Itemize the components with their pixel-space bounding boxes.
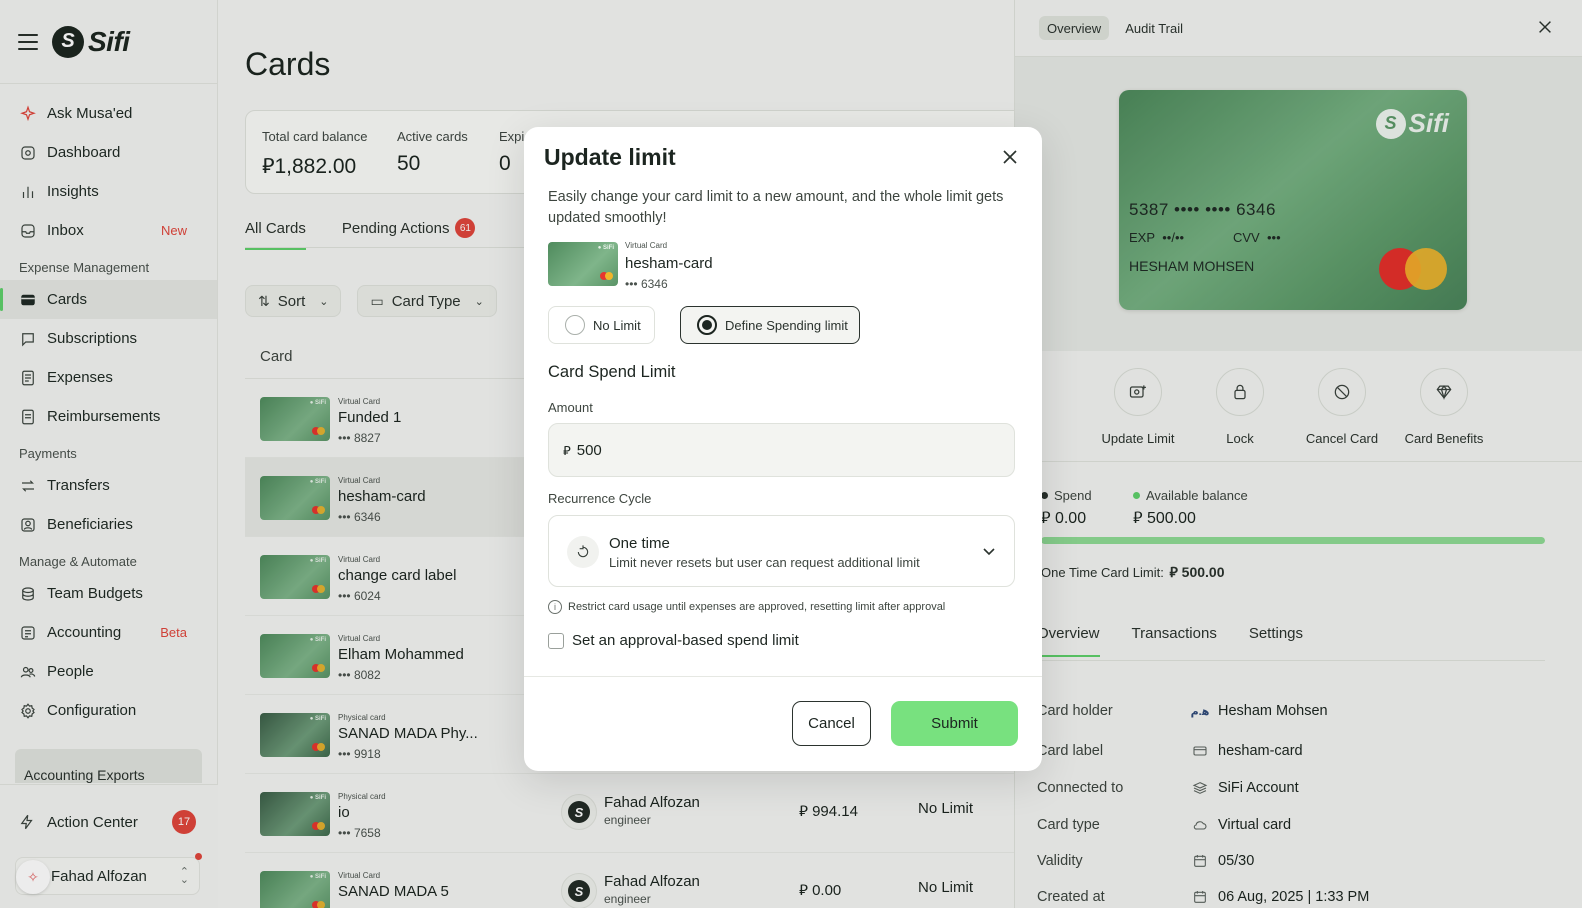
update-limit-modal: Update limit Easily change your card lim… — [524, 127, 1042, 771]
card-thumbnail: ● SiFi — [548, 242, 618, 286]
checkbox-label: Set an approval-based spend limit — [572, 632, 799, 649]
recurrence-title: One time — [609, 535, 670, 552]
radio-label: No Limit — [593, 317, 641, 333]
card-name: hesham-card — [625, 255, 713, 272]
submit-button[interactable]: Submit — [891, 701, 1018, 746]
modal-title: Update limit — [544, 144, 676, 170]
chevron-down-icon — [983, 548, 995, 556]
info-note: i Restrict card usage until expenses are… — [548, 600, 945, 614]
radio-label: Define Spending limit — [725, 317, 848, 333]
recurrence-label: Recurrence Cycle — [548, 491, 652, 506]
card-type: Virtual Card — [625, 241, 668, 250]
info-icon: i — [548, 600, 562, 614]
amount-label: Amount — [548, 400, 593, 415]
refresh-icon — [567, 536, 599, 568]
amount-field[interactable]: ⃁ — [548, 423, 1015, 477]
info-text: Restrict card usage until expenses are a… — [568, 601, 946, 613]
approval-checkbox[interactable] — [548, 632, 564, 649]
card-last4: ••• 6346 — [625, 277, 668, 291]
no-limit-radio[interactable]: No Limit — [548, 306, 655, 344]
cancel-button[interactable]: Cancel — [792, 701, 871, 746]
section-title: Card Spend Limit — [548, 363, 676, 381]
radio-indicator — [565, 315, 585, 335]
close-icon[interactable] — [1000, 147, 1020, 167]
riyal-icon: ⃁ — [563, 442, 571, 458]
radio-indicator — [697, 315, 717, 335]
recurrence-subtitle: Limit never resets but user can request … — [609, 555, 920, 570]
recurrence-select[interactable]: One time Limit never resets but user can… — [548, 515, 1015, 587]
amount-input[interactable] — [576, 441, 957, 459]
divider — [524, 676, 1042, 677]
define-spending-limit-radio[interactable]: Define Spending limit — [680, 306, 860, 344]
approval-checkbox-row[interactable]: Set an approval-based spend limit — [548, 632, 799, 649]
modal-description: Easily change your card limit to a new a… — [548, 189, 1004, 226]
